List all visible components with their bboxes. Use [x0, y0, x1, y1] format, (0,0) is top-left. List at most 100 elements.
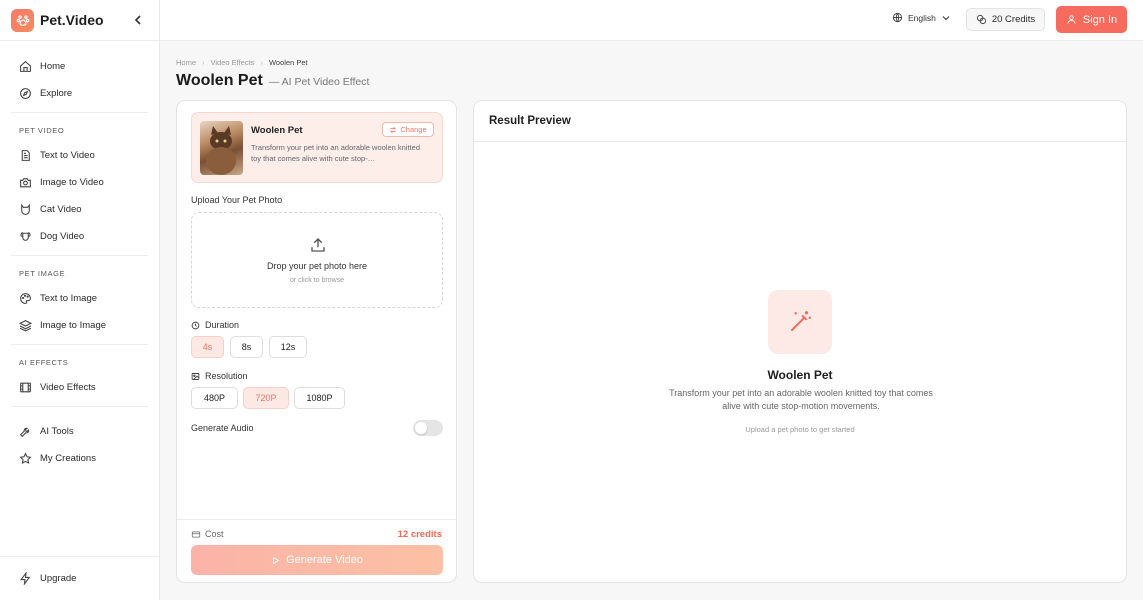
- divider: [11, 406, 148, 407]
- dropzone-subtext: or click to browse: [289, 277, 345, 284]
- sidebar-item-upgrade[interactable]: Upgrade: [0, 565, 159, 592]
- sidebar-item-explore[interactable]: Explore: [0, 80, 159, 107]
- result-preview-header: Result Preview: [474, 101, 1126, 142]
- breadcrumb-current: Woolen Pet: [268, 58, 308, 67]
- upload-label: Upload Your Pet Photo: [191, 195, 283, 205]
- section-label-pet-video: PET VIDEO: [19, 125, 65, 135]
- page-subtitle: — AI Pet Video Effect: [268, 76, 370, 88]
- generate-audio-label: Generate Audio: [191, 423, 254, 433]
- sidebar-item-label: AI Tools: [40, 426, 74, 437]
- effect-description: Transform your pet into an adorable wool…: [251, 143, 420, 163]
- result-title: Woolen Pet: [767, 368, 833, 382]
- divider: [177, 519, 456, 520]
- breadcrumb-home[interactable]: Home: [176, 58, 196, 67]
- sidebar-item-label: My Creations: [40, 453, 96, 464]
- document-icon: [21, 150, 30, 161]
- result-preview-panel: Result Preview Woolen Pet Transform your…: [473, 100, 1127, 583]
- magic-wand-icon: [768, 290, 832, 354]
- duration-option-4s[interactable]: 4s: [191, 336, 224, 358]
- duration-label: Duration: [191, 320, 239, 330]
- resolution-label: Resolution: [191, 371, 248, 381]
- breadcrumb-video-effects[interactable]: Video Effects: [211, 58, 255, 67]
- sidebar-item-ai-tools[interactable]: AI Tools: [0, 418, 159, 445]
- resolution-option-480p[interactable]: 480P: [191, 387, 238, 409]
- cost-label-text: Cost: [205, 529, 224, 539]
- sidebar-item-label: Text to Video: [40, 150, 95, 161]
- sign-in-label: Sign In: [1082, 13, 1118, 26]
- divider: [11, 255, 148, 256]
- divider: [11, 344, 148, 345]
- image-icon: [191, 372, 200, 380]
- resolution-option-1080p[interactable]: 1080P: [294, 387, 345, 409]
- duration-option-12s[interactable]: 12s: [269, 336, 307, 358]
- settings-panel: Woolen Pet Transform your pet into an ad…: [176, 100, 457, 583]
- change-effect-button[interactable]: Change: [382, 122, 434, 137]
- credits-label: 20 Credits: [991, 14, 1036, 25]
- dog-icon: [20, 232, 31, 241]
- play-icon: [273, 556, 280, 564]
- sidebar-item-text-to-video[interactable]: Text to Video: [0, 142, 159, 169]
- section-label-ai-effects: AI EFFECTS: [19, 357, 69, 367]
- resolution-option-720p[interactable]: 720P: [243, 387, 289, 409]
- sidebar-item-image-to-video[interactable]: Image to Video: [0, 169, 159, 196]
- result-hint: Upload a pet photo to get started: [745, 425, 855, 434]
- photo-dropzone[interactable]: Drop your pet photo here or click to bro…: [191, 212, 443, 308]
- chevron-right-icon: ›: [202, 58, 205, 67]
- palette-icon: [20, 293, 31, 304]
- sidebar-item-home[interactable]: Home: [0, 53, 159, 80]
- language-selector[interactable]: English: [892, 12, 955, 23]
- selected-effect-card: Woolen Pet Transform your pet into an ad…: [191, 112, 443, 183]
- duration-option-8s[interactable]: 8s: [230, 336, 263, 358]
- sidebar-item-label: Explore: [40, 88, 73, 99]
- sidebar-item-dog-video[interactable]: Dog Video: [0, 223, 159, 250]
- sidebar-item-label: Text to Image: [40, 293, 98, 304]
- divider: [11, 112, 148, 113]
- topbar: English 20 Credits Sign In: [160, 0, 1143, 41]
- swap-icon: [390, 126, 397, 133]
- user-icon: [1067, 15, 1076, 24]
- sidebar-item-label: Image to Video: [40, 177, 104, 188]
- upload-icon: [311, 238, 325, 252]
- resolution-label-text: Resolution: [205, 371, 248, 381]
- chevron-right-icon: ›: [260, 58, 263, 67]
- change-label: Change: [400, 125, 427, 134]
- cat-icon: [21, 203, 30, 215]
- wrench-icon: [19, 427, 30, 438]
- sidebar: Pet.Video Home Explore PET VIDEO Text to…: [0, 0, 160, 600]
- duration-label-text: Duration: [205, 320, 240, 330]
- page-title: Woolen Pet: [176, 72, 263, 89]
- film-icon: [20, 382, 31, 393]
- sidebar-item-label: Cat Video: [40, 204, 82, 215]
- card-icon: [191, 531, 201, 537]
- globe-icon: [892, 12, 903, 23]
- toggle-knob: [415, 422, 427, 434]
- sidebar-item-cat-video[interactable]: Cat Video: [0, 196, 159, 223]
- star-icon: [19, 452, 32, 464]
- title-row: Woolen Pet — AI Pet Video Effect: [176, 72, 369, 90]
- credits-button[interactable]: 20 Credits: [966, 8, 1045, 31]
- section-label-pet-image: PET IMAGE: [19, 268, 66, 278]
- layers-icon: [19, 320, 32, 332]
- paw-logo-icon: [11, 8, 34, 32]
- sidebar-item-image-to-image[interactable]: Image to Image: [0, 312, 159, 339]
- generate-video-button[interactable]: Generate Video: [191, 545, 443, 575]
- camera-icon: [20, 178, 31, 188]
- generate-audio-toggle[interactable]: [413, 420, 443, 436]
- coins-icon: [976, 14, 986, 25]
- home-icon: [20, 60, 31, 72]
- cost-value: 12 credits: [397, 529, 442, 540]
- sidebar-item-video-effects[interactable]: Video Effects: [0, 374, 159, 401]
- lightning-icon: [20, 572, 31, 585]
- brand-name: Pet.Video: [40, 12, 104, 28]
- language-label: English: [908, 12, 936, 23]
- result-description: Transform your pet into an adorable wool…: [669, 388, 933, 411]
- sign-in-button[interactable]: Sign In: [1056, 6, 1127, 33]
- chevron-down-icon: [942, 15, 950, 20]
- compass-icon: [20, 88, 31, 99]
- dropzone-text: Drop your pet photo here: [266, 261, 368, 271]
- collapse-sidebar-icon[interactable]: [131, 12, 145, 28]
- generate-video-label: Generate Video: [286, 554, 363, 566]
- clock-icon: [191, 321, 200, 329]
- sidebar-item-text-to-image[interactable]: Text to Image: [0, 285, 159, 312]
- sidebar-item-my-creations[interactable]: My Creations: [0, 445, 159, 472]
